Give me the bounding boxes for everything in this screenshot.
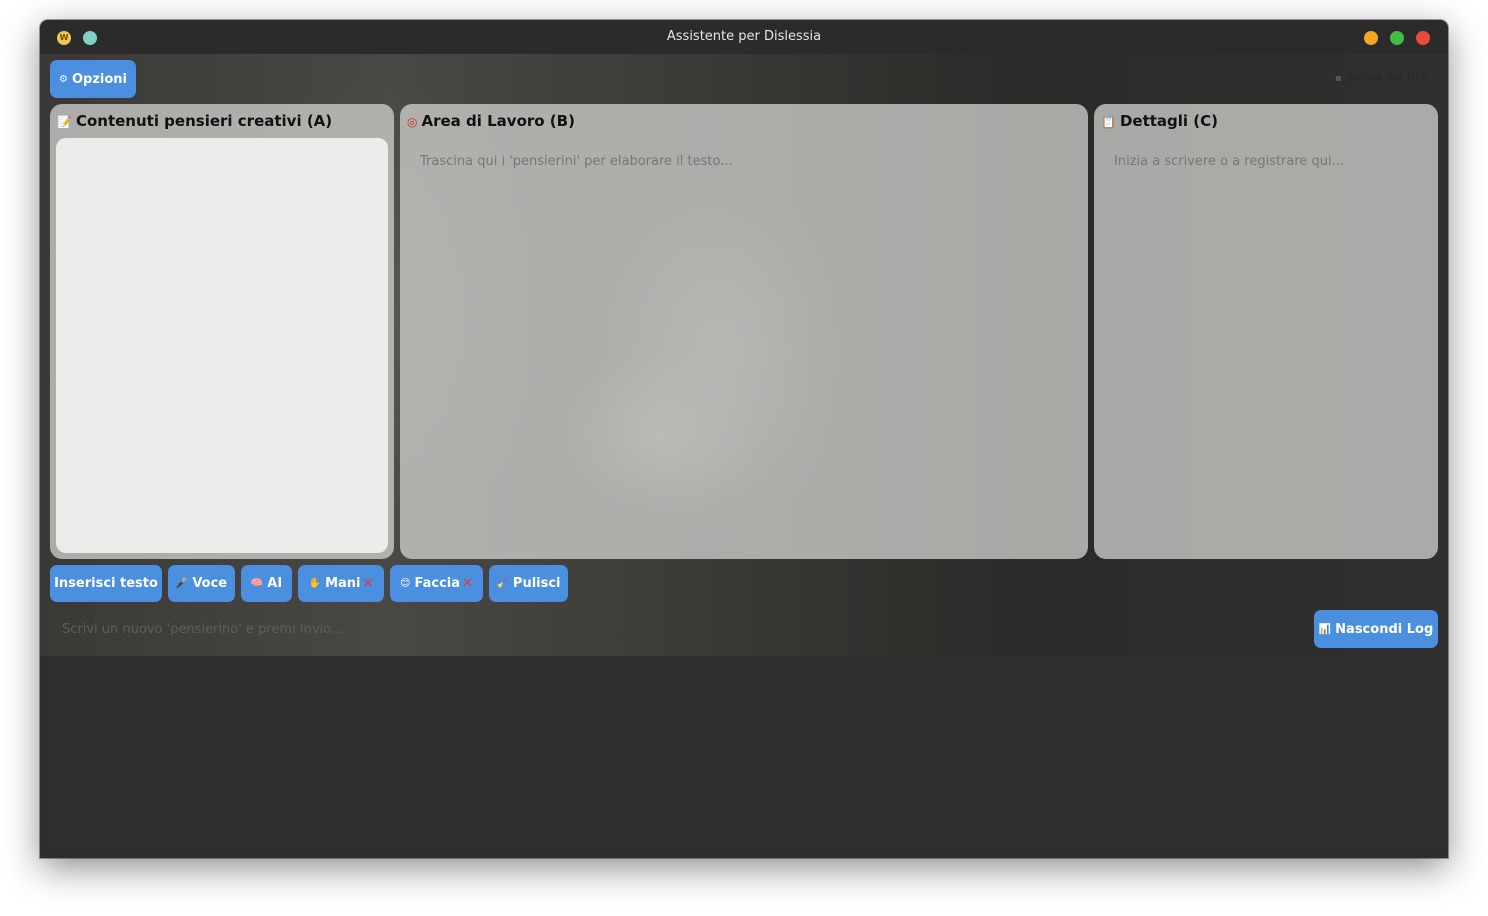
title-bar: W Assistente per Dislessia bbox=[40, 20, 1448, 54]
insert-text-label: Inserisci testo bbox=[54, 576, 158, 591]
panel-a-title-text: Contenuti pensieri creativi (A) bbox=[75, 112, 333, 130]
cross-mark-icon: ✕ bbox=[362, 576, 374, 591]
window-title: Assistente per Dislessia bbox=[666, 29, 822, 44]
insert-text-button[interactable]: Inserisci testo bbox=[50, 565, 162, 602]
panel-creative-thoughts: 📝 Contenuti pensieri creativi (A) bbox=[50, 104, 394, 559]
panel-b-title-text: Area di Lavoro (B) bbox=[421, 112, 575, 130]
smiley-icon: 😊 bbox=[400, 578, 411, 589]
cross-mark-icon: ✕ bbox=[462, 576, 473, 591]
log-panel[interactable] bbox=[50, 656, 1448, 848]
ai-label: AI bbox=[267, 576, 283, 591]
hands-button[interactable]: ✋ Mani ✕ bbox=[298, 565, 384, 602]
clipboard-icon: 📋 bbox=[1101, 115, 1116, 129]
panel-a-title: 📝 Contenuti pensieri creativi (A) bbox=[57, 112, 332, 130]
memo-icon: 📝 bbox=[57, 115, 72, 129]
voice-label: Voce bbox=[192, 576, 228, 591]
voice-button[interactable]: 🎤 Voce bbox=[168, 565, 235, 602]
options-button[interactable]: ⚙ Opzioni bbox=[50, 60, 136, 98]
hands-label: Mani bbox=[325, 576, 361, 591]
bar-chart-icon: 📊 bbox=[1318, 623, 1332, 635]
thoughts-list[interactable] bbox=[56, 138, 388, 553]
panel-details[interactable]: 📋 Dettagli (C) Inizia a scrivere o a regi… bbox=[1094, 104, 1438, 559]
clear-label: Pulisci bbox=[512, 576, 561, 591]
save-to-file-label: Salva su file bbox=[1345, 70, 1428, 84]
minimize-button[interactable] bbox=[1364, 31, 1378, 45]
face-button[interactable]: 😊 Faccia ✕ bbox=[390, 565, 483, 602]
save-to-file-button[interactable]: ▪ Salva su file bbox=[1335, 70, 1428, 84]
close-button[interactable] bbox=[1416, 31, 1430, 45]
brain-icon: 🧠 bbox=[250, 578, 264, 589]
new-thought-input[interactable]: Scrivi un nuovo 'pensierino' e premi Inv… bbox=[62, 622, 343, 637]
work-area-placeholder: Trascina qui i 'pensierini' per elaborar… bbox=[420, 154, 733, 169]
toggle-log-button[interactable]: 📊 Nascondi Log bbox=[1314, 610, 1438, 648]
clear-button[interactable]: 🧹 Pulisci bbox=[489, 565, 568, 602]
maximize-button[interactable] bbox=[1390, 31, 1404, 45]
panel-c-title: 📋 Dettagli (C) bbox=[1101, 112, 1218, 130]
details-placeholder: Inizia a scrivere o a registrare qui... bbox=[1114, 154, 1345, 169]
target-icon: ◎ bbox=[407, 115, 418, 129]
face-label: Faccia bbox=[414, 576, 461, 591]
panel-c-title-text: Dettagli (C) bbox=[1119, 112, 1219, 130]
panel-b-title: ◎ Area di Lavoro (B) bbox=[407, 112, 575, 130]
hand-icon: ✋ bbox=[308, 578, 322, 589]
options-button-label: Opzioni bbox=[71, 71, 127, 87]
app-window: W Assistente per Dislessia ⚙ Opzioni ▪ Sa… bbox=[40, 20, 1448, 858]
broom-icon: 🧹 bbox=[496, 578, 509, 589]
ai-button[interactable]: 🧠 AI bbox=[241, 565, 292, 602]
toggle-log-label: Nascondi Log bbox=[1335, 621, 1434, 637]
floppy-icon: ▪ bbox=[1335, 73, 1342, 84]
gear-icon: ⚙ bbox=[59, 73, 68, 85]
panel-work-area[interactable]: ◎ Area di Lavoro (B) Trascina qui i 'pens… bbox=[400, 104, 1088, 559]
microphone-icon: 🎤 bbox=[175, 578, 189, 589]
